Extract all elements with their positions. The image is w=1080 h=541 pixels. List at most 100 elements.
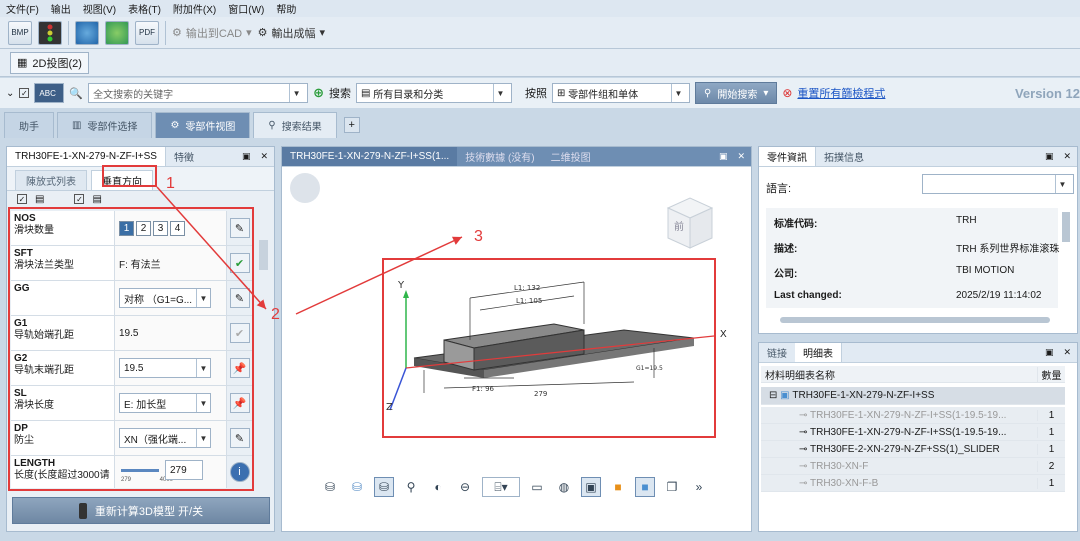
bom-row[interactable]: ⊸ TRH30FE-1-XN-279-N-ZF-I+SS(1-19.5-19..… [761, 407, 1065, 424]
traffic-light-icon [78, 502, 87, 519]
color-cube-icon[interactable]: ■ [608, 477, 628, 497]
tab-part-info[interactable]: 零件資訊 [759, 147, 816, 166]
bom-row[interactable]: ⊸ TRH30FE-2-XN-279-N-ZF+SS(1)_SLIDER 1 [761, 441, 1065, 458]
by-select[interactable]: ⊞ 零部件组和单体 ▼ [552, 83, 690, 103]
pdf-export-button[interactable]: PDF [135, 20, 159, 45]
info-hscrollbar[interactable] [780, 317, 1050, 323]
info-value-changed: 2025/2/19 11:14:02 [956, 290, 1042, 301]
maximize-icon[interactable]: ▣ [1045, 347, 1054, 358]
close-icon[interactable]: ✕ [1063, 347, 1071, 358]
orbit-icon[interactable]: ◐ [428, 477, 448, 497]
bom-row[interactable]: ⊸ TRH30FE-1-XN-279-N-ZF-I+SS(1-19.5-19..… [761, 424, 1065, 441]
database-icon: ▥ [72, 120, 82, 131]
info-value-code: TRH [956, 215, 977, 226]
menu-table[interactable]: 表格(T) [128, 1, 161, 16]
close-icon[interactable]: ✕ [260, 151, 268, 162]
part-icon: ⊸ [799, 460, 808, 472]
binocular-icon[interactable]: 🔍 [69, 87, 83, 100]
add-tab-button[interactable]: + [343, 117, 360, 133]
tab-features[interactable]: 特徵 [166, 147, 202, 166]
bmp-export-button[interactable]: BMP [8, 20, 32, 45]
left-scrollbar[interactable] [259, 240, 268, 270]
traffic-light-icon[interactable] [38, 20, 62, 45]
view-toolbar: ⛁ ⛁ ⛁ ⚲ ◐ ⊖ ⌸▾ ▭ ◍ ▣ ■ ■ ❐ » [320, 473, 709, 501]
chevron-down-icon[interactable]: ▼ [289, 84, 303, 102]
menu-output[interactable]: 输出 [51, 1, 71, 16]
filter-icon[interactable]: ▤ [92, 194, 101, 205]
menu-help[interactable]: 帮助 [276, 1, 296, 16]
collapse-icon[interactable]: ⊟ [769, 390, 777, 401]
rotate-icon[interactable] [290, 173, 320, 203]
close-icon[interactable]: ✕ [737, 151, 745, 162]
subtab-list[interactable]: 陳放式列表 [15, 170, 87, 190]
tab-part-selection[interactable]: ▥ 零部件选择 [57, 112, 153, 138]
measure-icon[interactable]: ▭ [527, 477, 547, 497]
toolbar-separator [68, 20, 69, 45]
shaded-icon[interactable]: ⛁ [347, 477, 367, 497]
reset-filters-link[interactable]: 重置所有篩檢程式 [797, 85, 885, 101]
tab-topology[interactable]: 拓撲信息 [816, 147, 872, 166]
tab-part-name[interactable]: TRH30FE-1-XN-279-N-ZF-I+SS [7, 147, 166, 166]
2d-view-tab[interactable]: ▦ 2D投图(2) [10, 51, 89, 74]
search-icon: ⚲ [268, 120, 276, 131]
filter-icon[interactable]: ▤ [35, 194, 44, 205]
left-check-row: ✓ ▤ ✓ ▤ [7, 191, 274, 207]
maximize-icon[interactable]: ▣ [242, 151, 251, 162]
start-search-button[interactable]: ⚲ 開始搜索 ▾ [695, 82, 778, 104]
fulltext-search-input[interactable]: 全文搜索的关键字 ▼ [88, 83, 309, 103]
mesh-icon[interactable]: ◍ [554, 477, 574, 497]
check-a[interactable]: ✓ [17, 194, 27, 204]
menu-window[interactable]: 窗口(W) [228, 1, 264, 16]
tab-3d-view[interactable]: TRH30FE-1-XN-279-N-ZF-I+SS(1... [282, 147, 458, 166]
dimension-dropdown[interactable]: ⌸▾ [482, 477, 520, 497]
bom-root-row[interactable]: ⊟ ▣ TRH30FE-1-XN-279-N-ZF-I+SS [761, 387, 1065, 405]
collapse-icon[interactable]: ⌄ [6, 88, 14, 99]
tab-part-view[interactable]: ⚙ 零部件视图 [155, 112, 251, 138]
view-tab-row: ▦ 2D投图(2) [0, 49, 1080, 77]
bom-row[interactable]: ⊸ TRH30-XN-F 2 [761, 458, 1065, 475]
recalc-3d-button[interactable]: 重新计算3D模型 开/关 [12, 497, 270, 524]
menu-view[interactable]: 视图(V) [83, 1, 116, 16]
chevron-down-icon: ▼ [671, 84, 685, 102]
tab-tech-data[interactable]: 技術數據 (没有) [457, 147, 542, 166]
globe-icon[interactable] [75, 20, 99, 45]
search-checkbox[interactable]: ✓ [19, 88, 30, 98]
info-scrollbar[interactable] [1062, 212, 1070, 242]
abc-toggle[interactable]: ABC [34, 83, 65, 103]
bom-row[interactable]: ⊸ TRH30-XN-F-B 1 [761, 475, 1065, 492]
version-label: Version 12 [1014, 86, 1080, 101]
chevron-down-icon: ▼ [493, 84, 507, 102]
check-b[interactable]: ✓ [74, 194, 85, 204]
maximize-icon[interactable]: ▣ [719, 151, 728, 162]
tab-search-results[interactable]: ⚲ 搜索结果 [253, 112, 337, 138]
close-icon[interactable]: ✕ [1063, 151, 1071, 162]
tab-bom[interactable]: 明细表 [795, 343, 842, 362]
tab-assistant[interactable]: 助手 [4, 112, 54, 138]
shaded-edges-icon[interactable]: ⛁ [374, 477, 394, 497]
wireframe-icon[interactable]: ⛁ [320, 477, 340, 497]
annotation-box-3 [382, 258, 716, 438]
more-icon[interactable]: » [689, 477, 709, 497]
scope-select[interactable]: ▤ 所有目录和分类 ▼ [356, 83, 512, 103]
zoom-icon[interactable]: ⚲ [401, 477, 421, 497]
menu-file[interactable]: 文件(F) [6, 1, 39, 16]
menu-addons[interactable]: 附加件(X) [173, 1, 216, 16]
tab-2d-drawing[interactable]: 二维投图 [543, 147, 599, 166]
globe-settings-icon[interactable] [105, 20, 129, 45]
axis-x-label: X [720, 329, 727, 340]
tab-links[interactable]: 链接 [759, 343, 795, 362]
view-cube[interactable]: 前 [660, 190, 720, 255]
copy-icon[interactable]: ❐ [662, 477, 682, 497]
section-icon[interactable]: ⊖ [455, 477, 475, 497]
add-icon[interactable]: ⊕ [313, 85, 324, 101]
cube-front-label: 前 [674, 220, 684, 233]
export-finished-button[interactable]: ⚙ 輸出成幅 ▾ [258, 25, 325, 41]
maximize-icon[interactable]: ▣ [1045, 151, 1054, 162]
solid-cube-icon[interactable]: ■ [635, 477, 655, 497]
part-icon: ⊸ [799, 426, 808, 438]
left-panel-header: TRH30FE-1-XN-279-N-ZF-I+SS 特徵 ▣ ✕ [7, 147, 274, 167]
language-select[interactable]: ▼ [922, 174, 1074, 194]
explode-icon[interactable]: ▣ [581, 477, 601, 497]
export-cad-button[interactable]: ⚙ 输出到CAD ▾ [172, 25, 252, 41]
main-tabs: 助手 ▥ 零部件选择 ⚙ 零部件视图 ⚲ 搜索结果 + [0, 110, 760, 138]
